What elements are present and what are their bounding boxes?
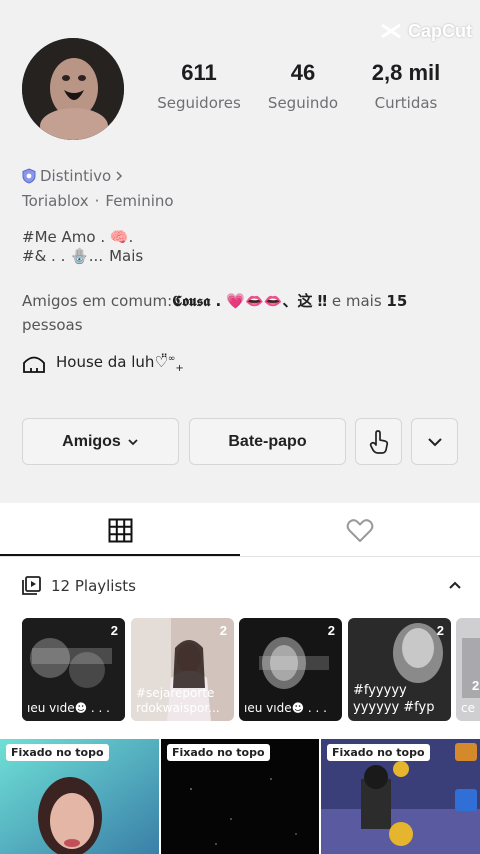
likes-label: Curtidas <box>374 94 438 112</box>
tab-videos[interactable] <box>0 503 240 557</box>
shield-icon <box>22 168 36 184</box>
more-options-button[interactable] <box>411 418 458 465</box>
chat-label: Bate-papo <box>228 432 307 450</box>
playlist-card[interactable]: 2 ıeu vıde☻ . . . <box>22 618 125 721</box>
playlist-card[interactable]: 2 ce <box>456 618 480 721</box>
capcut-watermark: CapCut <box>380 20 472 42</box>
tab-liked[interactable] <box>240 503 480 557</box>
video-thumbnail[interactable]: Fixado no topo <box>0 739 159 854</box>
chevron-down-icon <box>427 437 442 446</box>
playlist-video-count: 2 <box>436 623 444 638</box>
playlist-card[interactable]: 2 ıeu vıde☻ . . . <box>239 618 342 721</box>
gender: Feminino <box>105 192 174 210</box>
following-label: Seguindo <box>267 94 339 112</box>
capcut-label: CapCut <box>408 20 472 41</box>
playlist-caption: #sejareporte rdokwaispor... <box>136 686 220 715</box>
mutual-suffix: pessoas <box>22 316 83 334</box>
playlist-video-count: 2 <box>472 678 480 693</box>
playlist-video-count: 2 <box>219 623 227 638</box>
mutual-prefix: Amigos em comum: <box>22 292 173 310</box>
pinned-badge: Fixado no topo <box>6 744 109 761</box>
mutual-friends[interactable]: Amigos em comum:𝕮𝖔𝖚𝖘𝖆 . 💗👄👄、这 ‼ e mais 1… <box>22 289 462 337</box>
followers-count: 611 <box>181 60 217 85</box>
mutual-and-more: e mais <box>327 292 387 310</box>
username: Toriablox <box>22 192 89 210</box>
likes-count: 2,8 mil <box>371 60 441 85</box>
followers-label: Seguidores <box>157 94 241 112</box>
pointing-hand-icon <box>369 429 388 454</box>
mutual-names: 𝕮𝖔𝖚𝖘𝖆 . 💗👄👄、这 ‼ <box>172 292 328 310</box>
house-label: House da luh♡̈̈∞+ <box>56 352 184 374</box>
pinned-badge: Fixado no topo <box>327 744 430 761</box>
tabs-divider <box>0 556 480 557</box>
capcut-logo-icon <box>381 23 401 39</box>
grid-icon <box>108 518 132 542</box>
profile-meta: Toriablox · Feminino <box>22 192 174 210</box>
bio-line-1: #Me Amo . 🧠. <box>22 228 134 246</box>
following-stat[interactable]: 46 Seguindo <box>253 60 353 112</box>
heart-outline-icon <box>346 518 374 542</box>
following-count: 46 <box>290 60 316 85</box>
playlist-caption: #fyyyyy yyyyyy #fyp <box>353 683 435 715</box>
playlist-caption: ıeu vıde☻ . . . <box>27 701 110 715</box>
playlist-card[interactable]: 2 #fyyyyy yyyyyy #fyp <box>348 618 451 721</box>
chevron-up-icon[interactable] <box>448 581 462 590</box>
mutual-count: 15 <box>386 292 408 310</box>
chat-button[interactable]: Bate-papo <box>189 418 346 465</box>
house-link[interactable]: House da luh♡̈̈∞+ <box>22 352 184 374</box>
badge-label: Distintivo <box>40 167 112 185</box>
playlists-count-label: 12 Playlists <box>51 576 136 595</box>
video-thumbnail[interactable]: Fixado no topo <box>321 739 480 854</box>
playlist-caption: ce <box>461 701 475 715</box>
playlist-caption: ıeu vıde☻ . . . <box>244 701 327 715</box>
video-thumbnail[interactable]: Fixado no topo <box>161 739 319 854</box>
playlist-video-count: 2 <box>110 623 118 638</box>
bio-more-link[interactable]: Mais <box>109 247 143 265</box>
playlist-icon <box>22 576 41 595</box>
poke-button[interactable] <box>355 418 402 465</box>
badge-link[interactable]: Distintivo <box>22 167 123 185</box>
meta-separator: · <box>94 192 100 210</box>
playlist-video-count: 2 <box>327 623 335 638</box>
pinned-badge: Fixado no topo <box>167 744 270 761</box>
likes-stat[interactable]: 2,8 mil Curtidas <box>356 60 456 112</box>
playlist-card[interactable]: 2 #sejareporte rdokwaispor... <box>131 618 234 721</box>
followers-stat[interactable]: 611 Seguidores <box>149 60 249 112</box>
avatar[interactable] <box>22 38 124 140</box>
playlists-header[interactable]: 12 Playlists <box>22 576 462 595</box>
friends-button[interactable]: Amigos <box>22 418 179 465</box>
bio-line-2: #& . . 🪬... <box>22 247 104 265</box>
bio: #Me Amo . 🧠. #& . . 🪬... Mais <box>22 228 143 266</box>
chevron-down-icon <box>128 438 138 445</box>
friends-label: Amigos <box>62 432 121 450</box>
chevron-right-icon <box>116 171 123 181</box>
house-icon <box>23 356 45 373</box>
